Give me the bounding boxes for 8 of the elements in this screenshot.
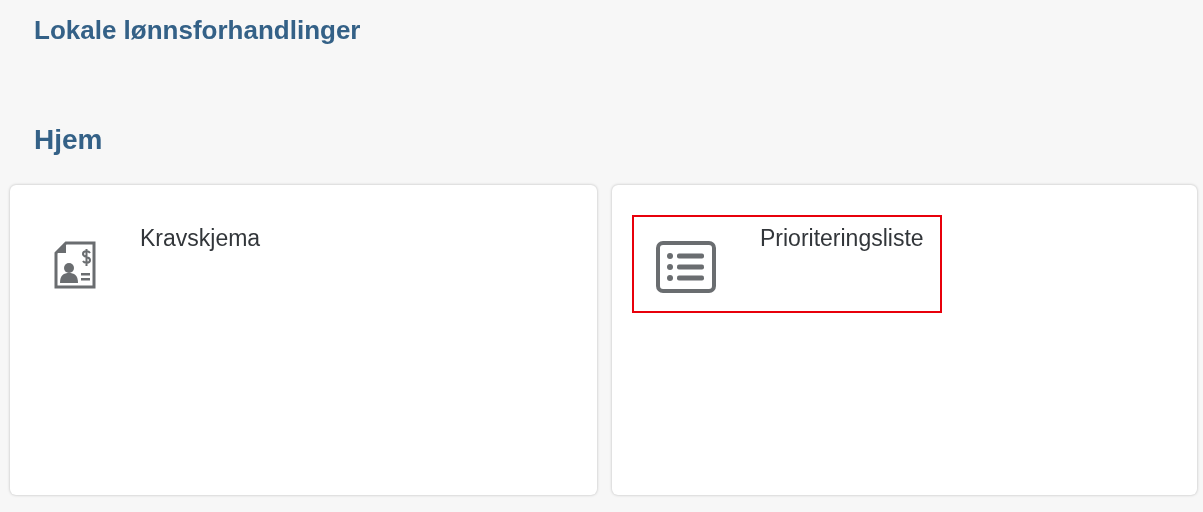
- list-icon: [656, 241, 716, 294]
- page-title: Hjem: [34, 122, 104, 157]
- app-tile[interactable]: Kravskjema: [10, 185, 597, 496]
- app-tile[interactable]: Prioriteringsliste: [612, 185, 1197, 496]
- app-title: Lokale lønnsforhandlinger: [34, 14, 362, 47]
- tile-title: Prioriteringsliste: [760, 225, 924, 253]
- document-person-icon: [54, 241, 96, 290]
- tile-title: Kravskjema: [140, 225, 261, 253]
